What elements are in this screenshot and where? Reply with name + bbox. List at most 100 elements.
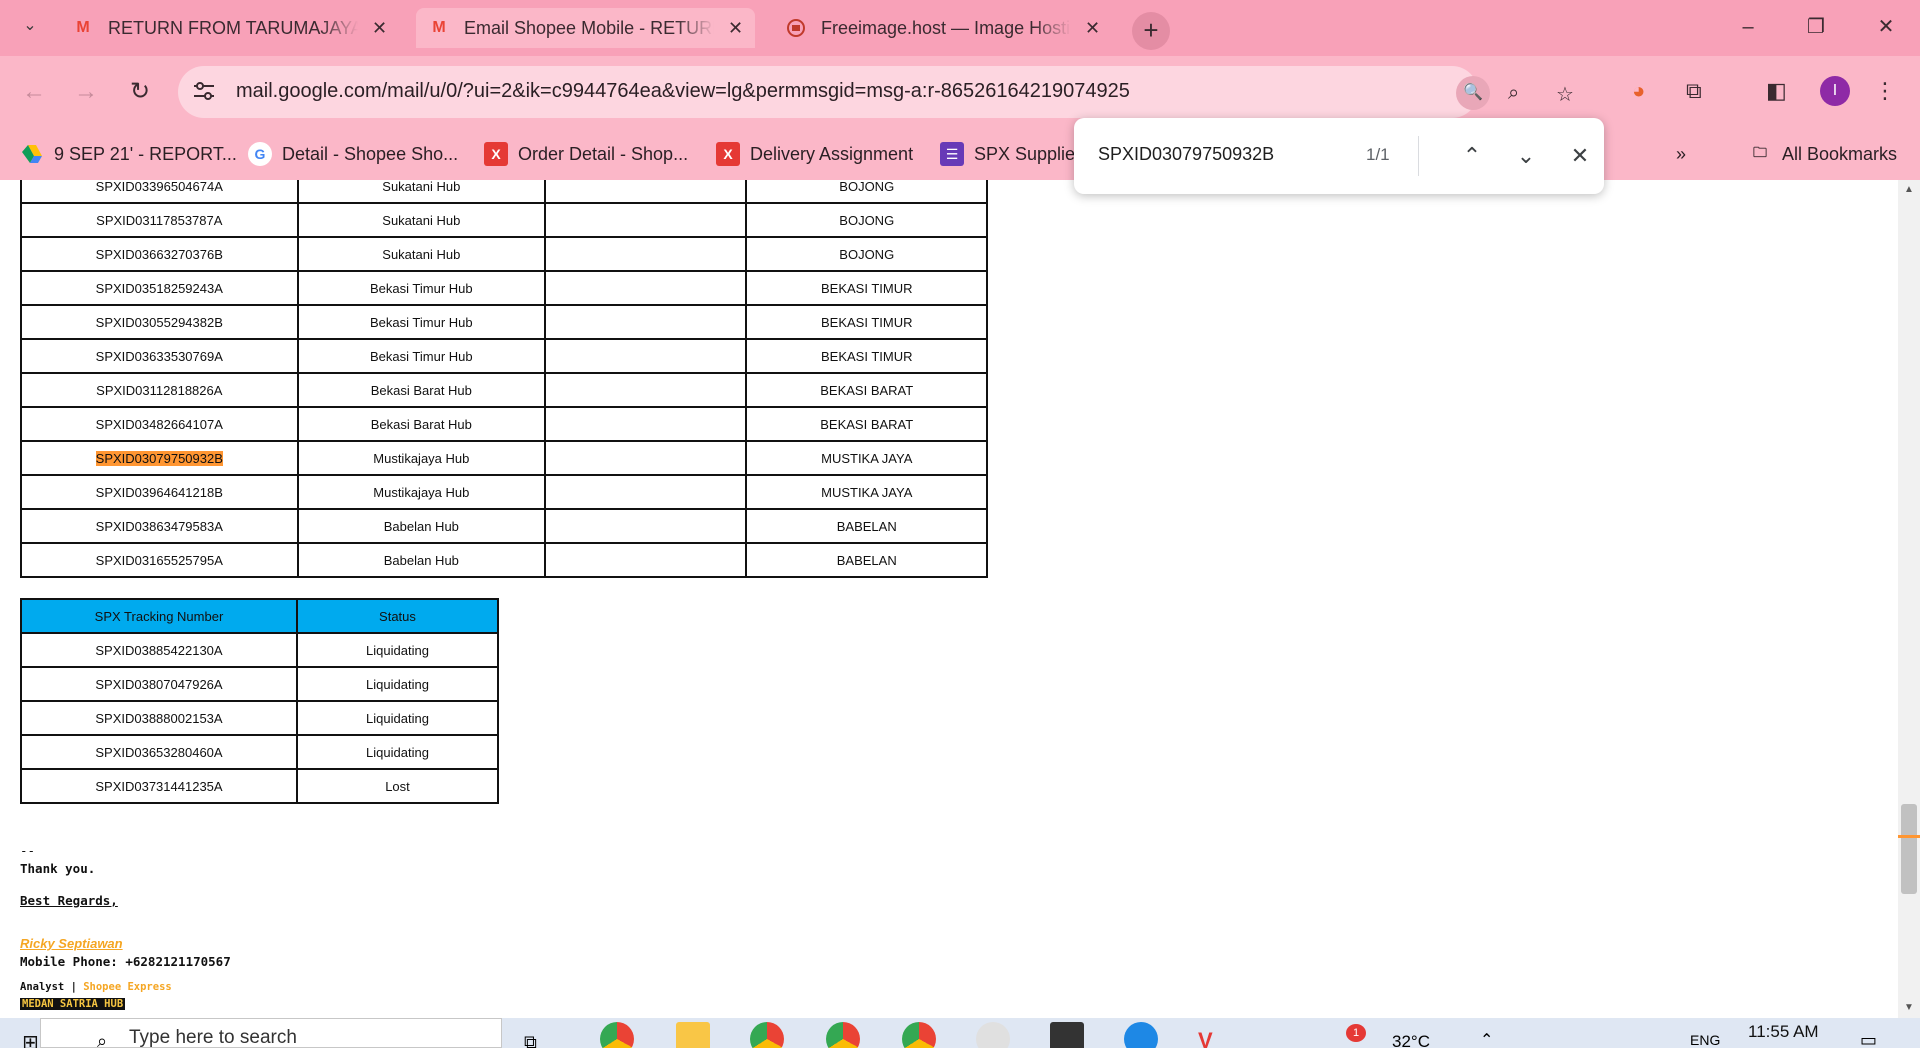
back-button[interactable]: ← <box>16 74 52 110</box>
app-taskbar-icon[interactable] <box>1124 1022 1158 1048</box>
table-row: SPXID03663270376B Sukatani Hub BOJONG <box>20 236 988 272</box>
scroll-down-arrow-icon[interactable]: ▼ <box>1898 1002 1920 1013</box>
bookmark-label: Detail - Shopee Sho... <box>282 143 459 164</box>
new-tab-button[interactable]: + <box>1132 12 1170 50</box>
reload-button[interactable]: ↻ <box>122 74 158 110</box>
notifications-icon[interactable]: ▭ <box>1860 1030 1877 1048</box>
app-taskbar-icon[interactable]: V <box>1198 1028 1213 1048</box>
menu-icon[interactable]: ⋮ <box>1874 78 1896 104</box>
area-cell: BEKASI BARAT <box>745 406 988 442</box>
url-text: mail.google.com/mail/u/0/?ui=2&ik=c99447… <box>236 80 1130 102</box>
bookmark-item[interactable]: 9 SEP 21' - REPORT... <box>20 140 237 168</box>
chrome-taskbar-icon[interactable] <box>750 1022 784 1048</box>
tracking-number-cell: SPXID03482664107A <box>20 406 299 442</box>
chrome-taskbar-icon[interactable] <box>600 1022 634 1048</box>
site-info-icon[interactable] <box>192 80 218 104</box>
note-cell <box>544 440 748 476</box>
tray-chevron-icon[interactable]: ⌃ <box>1480 1030 1493 1048</box>
signature-name-link[interactable]: Ricky Septiawan <box>20 936 123 951</box>
table-row: SPXID03112818826A Bekasi Barat Hub BEKASI … <box>20 372 988 408</box>
page-scrollbar[interactable]: ▲ ▼ <box>1898 180 1920 1018</box>
extensions-puzzle-icon[interactable]: ⧉ <box>1686 78 1702 104</box>
bookmark-label: SPX Supplies <box>974 143 1085 164</box>
app-taskbar-icon[interactable] <box>1050 1022 1084 1048</box>
freeimage-icon <box>785 19 807 37</box>
tracking-number-cell: SPXID03653280460A <box>20 734 298 770</box>
bookmark-item[interactable]: X Delivery Assignment <box>716 140 913 168</box>
table-row: SPXID03165525795A Babelan Hub BABELAN <box>20 542 988 578</box>
language-indicator[interactable]: ENG <box>1690 1032 1720 1048</box>
find-close-button[interactable]: ✕ <box>1564 140 1596 172</box>
hub-cell: Bekasi Timur Hub <box>296 270 547 306</box>
find-match-marker <box>1898 835 1920 838</box>
find-previous-button[interactable]: ⌃ <box>1456 140 1488 172</box>
hub-cell: Mustikajaya Hub <box>296 474 547 510</box>
chrome-taskbar-icon[interactable] <box>826 1022 860 1048</box>
address-bar[interactable]: mail.google.com/mail/u/0/?ui=2&ik=c99447… <box>178 66 1574 118</box>
tab-title: Freeimage.host — Image Hostin <box>821 17 1071 38</box>
find-next-button[interactable]: ⌄ <box>1510 140 1542 172</box>
scroll-up-arrow-icon[interactable]: ▲ <box>1898 184 1920 195</box>
find-bar: SPXID03079750932B 1/1 ⌃ ⌄ ✕ <box>1074 118 1604 194</box>
file-explorer-icon[interactable] <box>676 1022 710 1048</box>
close-window-button[interactable]: ✕ <box>1866 12 1906 42</box>
hub-cell: Mustikajaya Hub <box>296 440 547 476</box>
forms-icon: ☰ <box>940 142 964 166</box>
tab-email-shopee-mobile[interactable]: M Email Shopee Mobile - RETURN ✕ <box>416 8 756 48</box>
signature-thanks: Thank you. <box>20 861 96 876</box>
table-row: SPXID03633530769A Bekasi Timur Hub BEKASI … <box>20 338 988 374</box>
scrollbar-thumb[interactable] <box>1901 804 1917 894</box>
browser-toolbar: ← → ↻ mail.google.com/mail/u/0/?ui=2&ik=… <box>0 56 1920 128</box>
hub-cell: Babelan Hub <box>296 542 547 578</box>
note-cell <box>544 542 748 578</box>
x-icon: X <box>484 142 508 166</box>
area-cell: MUSTIKA JAYA <box>745 440 988 476</box>
table-row: SPXID03885422130A Liquidating <box>20 632 500 668</box>
side-panel-icon[interactable]: ◧ <box>1766 78 1787 104</box>
area-cell: BEKASI BARAT <box>745 372 988 408</box>
note-cell <box>544 406 748 442</box>
status-table: SPX Tracking Number Status SPXID03885422… <box>20 598 500 804</box>
zoom-icon[interactable]: ⌕ <box>1508 82 1519 105</box>
minimize-button[interactable]: – <box>1728 12 1768 42</box>
taskbar-search[interactable]: ⌕ Type here to search <box>40 1018 502 1048</box>
app-taskbar-icon[interactable] <box>976 1022 1010 1048</box>
close-tab-icon[interactable]: ✕ <box>1085 18 1100 39</box>
bookmark-item[interactable]: ☰ SPX Supplies <box>940 140 1084 168</box>
note-cell <box>544 180 748 204</box>
close-tab-icon[interactable]: ✕ <box>372 18 387 39</box>
tab-freeimage-host[interactable]: Freeimage.host — Image Hostin ✕ <box>773 8 1112 48</box>
bookmark-star-icon[interactable]: ☆ <box>1556 82 1574 107</box>
tab-search-icon[interactable]: ⌄ <box>18 14 42 38</box>
windows-start-icon[interactable]: ⊞ <box>22 1030 39 1048</box>
signature-hub-tag: MEDAN SATRIA HUB <box>20 998 126 1010</box>
tracking-number-cell: SPXID03117853787A <box>20 202 299 238</box>
close-tab-icon[interactable]: ✕ <box>728 18 743 39</box>
signature-role-prefix: Analyst | <box>20 981 84 993</box>
divider <box>1418 136 1419 176</box>
note-cell <box>544 236 748 272</box>
notification-badge: 1 <box>1346 1024 1366 1042</box>
profile-avatar[interactable]: I <box>1820 76 1850 106</box>
find-in-page-icon[interactable]: 🔍 <box>1456 76 1490 110</box>
table-row: SPXID03731441235A Lost <box>20 768 500 804</box>
all-bookmarks[interactable]: 🗀 All Bookmarks <box>1748 140 1897 168</box>
note-cell <box>544 508 748 544</box>
task-view-icon[interactable]: ⧉ <box>524 1032 537 1048</box>
extension-icon[interactable]: ◕ <box>1632 78 1645 104</box>
taskbar-clock[interactable]: 11:55 AM <box>1748 1022 1819 1042</box>
tab-return-from-tarumajaya[interactable]: M RETURN FROM TARUMAJAYA H ✕ <box>60 8 399 48</box>
find-input[interactable]: SPXID03079750932B <box>1098 144 1274 165</box>
forward-button[interactable]: → <box>68 74 104 110</box>
tab-title: RETURN FROM TARUMAJAYA H <box>108 17 358 38</box>
bookmark-item[interactable]: X Order Detail - Shop... <box>484 140 688 168</box>
more-bookmarks-chevron-icon[interactable]: » <box>1676 140 1686 168</box>
restore-button[interactable]: ❐ <box>1796 12 1836 42</box>
tracking-number-cell: SPXID03885422130A <box>20 632 298 668</box>
chrome-taskbar-icon[interactable] <box>902 1022 936 1048</box>
tracking-number-cell: SPXID03518259243A <box>20 270 299 306</box>
taskbar-search-placeholder: Type here to search <box>129 1027 297 1048</box>
bookmark-item[interactable]: G Detail - Shopee Sho... <box>248 140 458 168</box>
search-icon: ⌕ <box>97 1031 108 1048</box>
status-cell: Liquidating <box>295 666 500 702</box>
